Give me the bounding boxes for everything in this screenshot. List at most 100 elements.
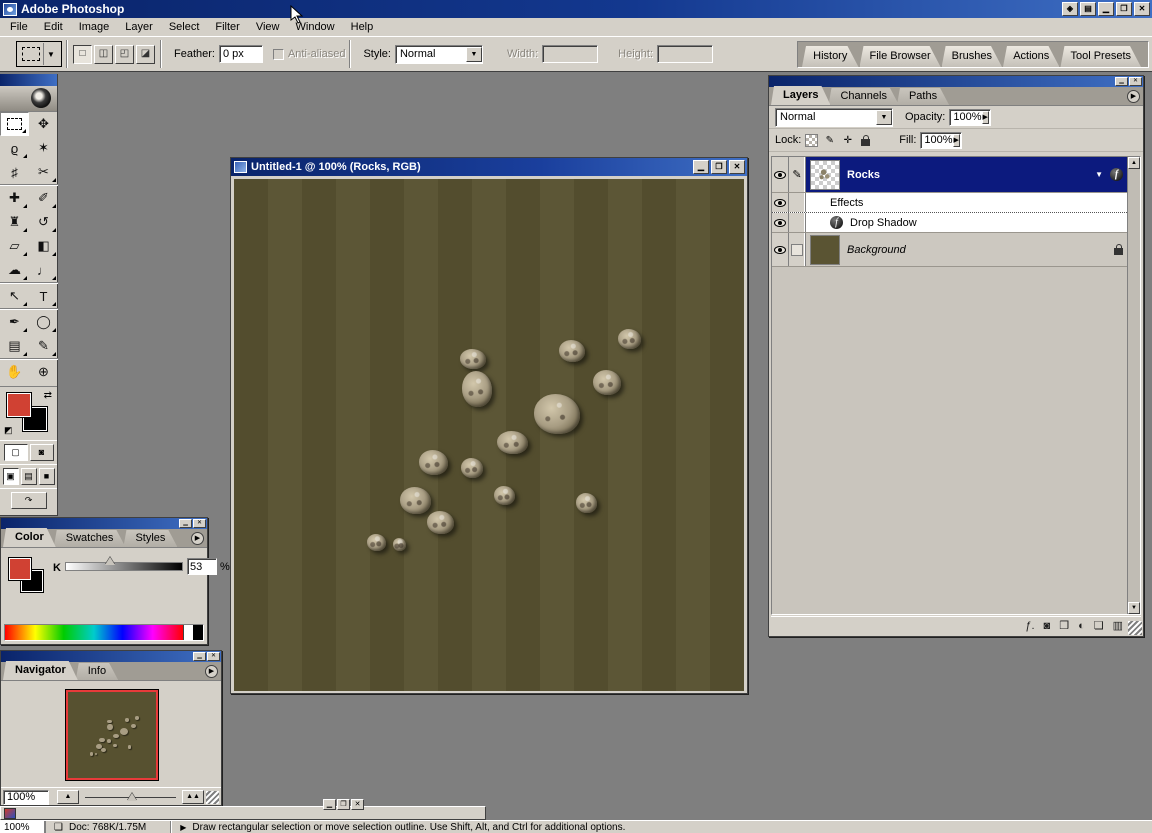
add-to-selection[interactable]: ◫ bbox=[94, 44, 113, 64]
feather-input[interactable] bbox=[218, 45, 263, 63]
eraser-tool[interactable]: ▱ bbox=[0, 234, 29, 258]
layer-row-rocks[interactable]: ✎ Rocks ▼ f bbox=[772, 157, 1127, 193]
standard-mode-button[interactable]: ▢ bbox=[3, 444, 28, 461]
lock-image-toggle[interactable]: ✎ bbox=[823, 134, 836, 147]
shape-tool[interactable]: ◯ bbox=[29, 310, 58, 334]
well-tab-tool-presets[interactable]: Tool Presets bbox=[1060, 46, 1141, 67]
rectangular-marquee-tool[interactable] bbox=[0, 112, 29, 136]
spectrum-gradient[interactable] bbox=[5, 625, 183, 640]
image-canvas[interactable] bbox=[234, 179, 744, 691]
menu-image[interactable]: Image bbox=[71, 19, 118, 35]
default-colors-icon[interactable]: ◩ bbox=[4, 425, 13, 436]
type-tool[interactable]: T bbox=[29, 284, 58, 308]
palette-minimize-button[interactable]: ▁ bbox=[193, 652, 206, 661]
navigator-zoom-input[interactable] bbox=[3, 789, 49, 805]
new-layer-set-button[interactable]: ❒ bbox=[1059, 619, 1069, 633]
navigator-zoom-slider[interactable] bbox=[85, 796, 176, 798]
palette-close-button[interactable]: ✕ bbox=[193, 519, 206, 528]
layer-style-icon[interactable]: f bbox=[1110, 168, 1123, 181]
visibility-eye-icon[interactable] bbox=[772, 193, 789, 212]
layers-palette-titlebar[interactable]: ▁ ✕ bbox=[769, 76, 1143, 87]
new-selection[interactable]: □ bbox=[73, 44, 92, 64]
slice-tool[interactable]: ✂ bbox=[29, 160, 58, 184]
menu-file[interactable]: File bbox=[2, 19, 36, 35]
minimized-window[interactable]: ▁ ❐ ✕ bbox=[0, 799, 486, 820]
layer-row-effects[interactable]: Effects bbox=[772, 193, 1127, 213]
collapse-effects-icon[interactable]: ▼ bbox=[1095, 170, 1103, 179]
eyedropper-tool[interactable]: ✎ bbox=[29, 334, 58, 358]
foreground-color-swatch[interactable] bbox=[8, 557, 32, 581]
well-tab-history[interactable]: History bbox=[802, 46, 859, 67]
standard-screen-button[interactable]: ▣ bbox=[2, 468, 19, 485]
close-button[interactable]: ✕ bbox=[1134, 2, 1150, 16]
zoom-out-button[interactable]: ▲ bbox=[57, 790, 79, 804]
palette-minimize-button[interactable]: ▁ bbox=[179, 519, 192, 528]
toolbox-titlebar[interactable] bbox=[0, 74, 57, 86]
lock-all-toggle[interactable] bbox=[859, 134, 872, 147]
clone-stamp-tool[interactable]: ♜ bbox=[0, 210, 29, 234]
subtract-from-selection[interactable]: ◰ bbox=[115, 44, 134, 64]
palette-minimize-button[interactable]: ▁ bbox=[1115, 77, 1128, 86]
tab-styles[interactable]: Styles bbox=[123, 530, 177, 547]
restore-button[interactable]: ❐ bbox=[1116, 2, 1132, 16]
tab-color[interactable]: Color bbox=[3, 528, 56, 547]
opacity-field[interactable]: 100% ▶ bbox=[949, 108, 992, 126]
doc-maximize-button[interactable]: ❐ bbox=[711, 160, 727, 174]
visibility-eye-icon[interactable] bbox=[772, 233, 789, 266]
scroll-down-arrow[interactable]: ▼ bbox=[1128, 602, 1140, 614]
layer-row-background[interactable]: Background bbox=[772, 233, 1127, 267]
black-swatch[interactable] bbox=[193, 625, 203, 640]
fill-field[interactable]: 100% ▶ bbox=[920, 131, 963, 149]
tab-layers[interactable]: Layers bbox=[771, 86, 830, 105]
notes-tool[interactable]: ▤ bbox=[0, 334, 29, 358]
foreground-color-swatch[interactable] bbox=[6, 392, 32, 418]
tool-preset-picker[interactable]: ▼ bbox=[16, 41, 62, 67]
new-layer-button[interactable]: ❏ bbox=[1094, 619, 1104, 633]
min-doc-minimize-button[interactable]: ▁ bbox=[323, 799, 336, 810]
color-palette-titlebar[interactable]: ▁ ✕ bbox=[1, 518, 207, 529]
palette-close-button[interactable]: ✕ bbox=[1129, 77, 1142, 86]
minimize-button[interactable]: ▁ bbox=[1098, 2, 1114, 16]
anti-aliased-checkbox[interactable] bbox=[272, 48, 284, 60]
new-adjustment-layer-button[interactable]: ◐ bbox=[1078, 619, 1085, 633]
zoom-in-button[interactable]: ▲▲ bbox=[182, 790, 204, 804]
blur-tool[interactable]: ☁ bbox=[0, 258, 29, 282]
resize-grip[interactable] bbox=[1128, 621, 1142, 635]
layer-row-drop-shadow[interactable]: f Drop Shadow bbox=[772, 213, 1127, 233]
rocks-layer-name[interactable]: Rocks bbox=[847, 169, 880, 181]
tab-navigator[interactable]: Navigator bbox=[3, 661, 78, 680]
style-dropdown[interactable]: Normal ▼ bbox=[394, 44, 483, 64]
fullscreen-button[interactable]: ■ bbox=[38, 468, 55, 485]
well-tab-file-browser[interactable]: File Browser bbox=[860, 46, 941, 67]
menu-select[interactable]: Select bbox=[161, 19, 208, 35]
tab-swatches[interactable]: Swatches bbox=[54, 530, 126, 547]
quick-mask-mode-button[interactable]: ◙ bbox=[29, 444, 54, 461]
k-slider[interactable] bbox=[65, 562, 183, 571]
resize-grip[interactable] bbox=[206, 790, 219, 804]
dodge-tool[interactable]: ♩ bbox=[29, 258, 58, 282]
document-titlebar[interactable]: Untitled-1 @ 100% (Rocks, RGB) ▁ ❐ ✕ bbox=[231, 158, 747, 176]
titlebar-extra-button-2[interactable]: ▤ bbox=[1080, 2, 1096, 16]
lock-position-toggle[interactable]: ✛ bbox=[841, 134, 854, 147]
min-doc-close-button[interactable]: ✕ bbox=[351, 799, 364, 810]
history-brush-tool[interactable]: ↺ bbox=[29, 210, 58, 234]
menu-layer[interactable]: Layer bbox=[117, 19, 161, 35]
intersect-selection[interactable]: ◪ bbox=[136, 44, 155, 64]
add-layer-style-button[interactable]: ƒ. bbox=[1025, 619, 1034, 633]
move-tool[interactable]: ✥ bbox=[29, 112, 58, 136]
tab-info[interactable]: Info bbox=[76, 663, 118, 680]
status-arrow-icon[interactable]: ▶ bbox=[180, 823, 186, 832]
pen-tool[interactable]: ✒ bbox=[0, 310, 29, 334]
add-layer-mask-button[interactable]: ◙ bbox=[1044, 619, 1051, 633]
menu-help[interactable]: Help bbox=[343, 19, 382, 35]
path-selection-tool[interactable]: ↖ bbox=[0, 284, 29, 308]
status-zoom-field[interactable]: 100% bbox=[0, 820, 46, 833]
healing-brush-tool[interactable]: ✚ bbox=[0, 186, 29, 210]
k-value-input[interactable] bbox=[187, 558, 217, 575]
tab-channels[interactable]: Channels bbox=[828, 88, 898, 105]
visibility-eye-icon[interactable] bbox=[772, 157, 789, 192]
magic-wand-tool[interactable]: ✶ bbox=[29, 136, 58, 160]
doc-minimize-button[interactable]: ▁ bbox=[693, 160, 709, 174]
white-swatch[interactable] bbox=[183, 625, 193, 640]
blend-mode-dropdown[interactable]: Normal ▼ bbox=[775, 107, 893, 127]
